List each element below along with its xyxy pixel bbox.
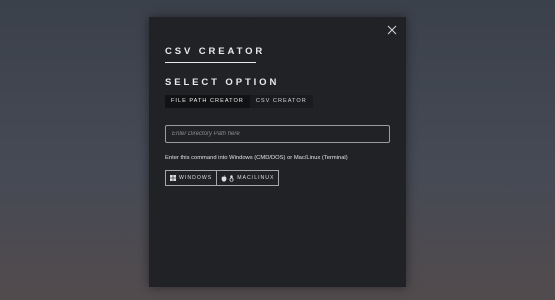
directory-path-input[interactable]	[165, 125, 390, 143]
csv-creator-modal: CSV CREATOR SELECT OPTION FILE PATH CREA…	[149, 17, 406, 287]
linux-icon	[229, 174, 234, 182]
windows-button[interactable]: WINDOWS	[165, 170, 218, 186]
section-heading: SELECT OPTION	[165, 77, 280, 88]
tab-csv-creator[interactable]: CSV CREATOR	[250, 95, 313, 108]
os-button-group: WINDOWS MAC/LINUX	[165, 170, 280, 186]
instruction-text: Enter this command into Windows (CMD/DOS…	[165, 155, 348, 161]
title-underline	[165, 62, 256, 63]
apple-icon	[221, 174, 227, 182]
mac-linux-button-label: MAC/LINUX	[237, 175, 275, 181]
mac-linux-button[interactable]: MAC/LINUX	[217, 170, 280, 186]
option-tabs: FILE PATH CREATOR CSV CREATOR	[165, 95, 313, 108]
windows-button-label: WINDOWS	[179, 175, 213, 181]
close-icon[interactable]	[387, 25, 397, 35]
windows-icon	[170, 175, 176, 181]
modal-title: CSV CREATOR	[165, 46, 266, 57]
tab-file-path-creator[interactable]: FILE PATH CREATOR	[165, 95, 250, 108]
